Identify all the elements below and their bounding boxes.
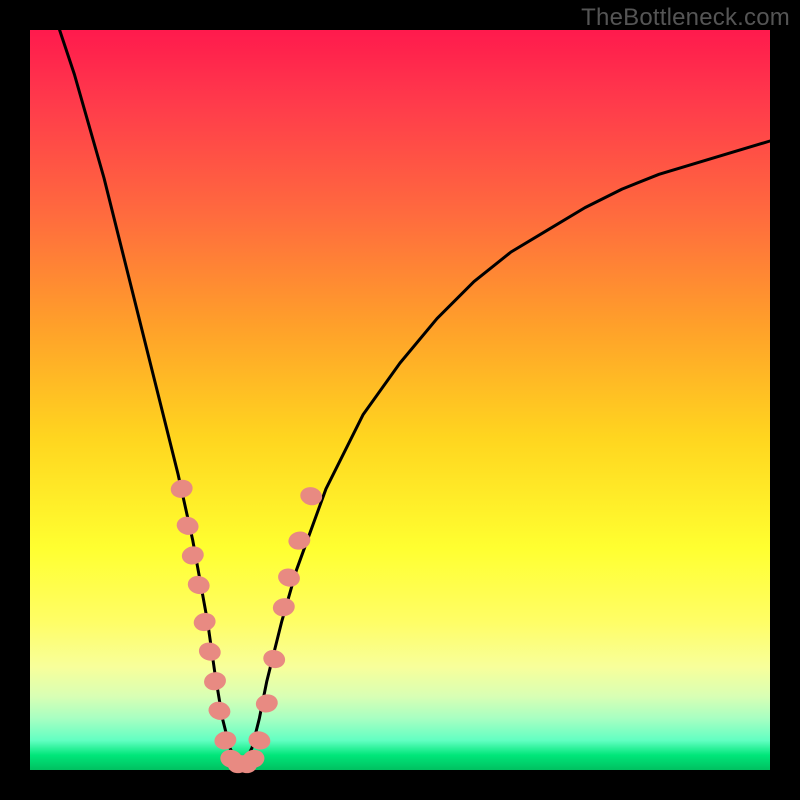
watermark-text: TheBottleneck.com [581,4,790,32]
curve-bead [271,596,296,618]
curve-bead [207,700,232,722]
marker-group [169,478,324,775]
bottleneck-curve-path [60,30,770,763]
curve-bead [186,574,211,596]
chart-frame: TheBottleneck.com [0,0,800,800]
curve-bead [203,670,228,692]
curve-group [60,30,770,763]
curve-bead [254,693,279,715]
curve-bead [192,611,217,633]
curve-bead [169,478,194,500]
bottleneck-curve-svg [30,30,770,770]
curve-bead [180,545,205,567]
curve-bead [175,515,200,537]
curve-bead [262,648,287,670]
curve-bead [197,641,222,663]
curve-bead [213,730,238,752]
curve-bead [287,530,312,552]
plot-area [30,30,770,770]
